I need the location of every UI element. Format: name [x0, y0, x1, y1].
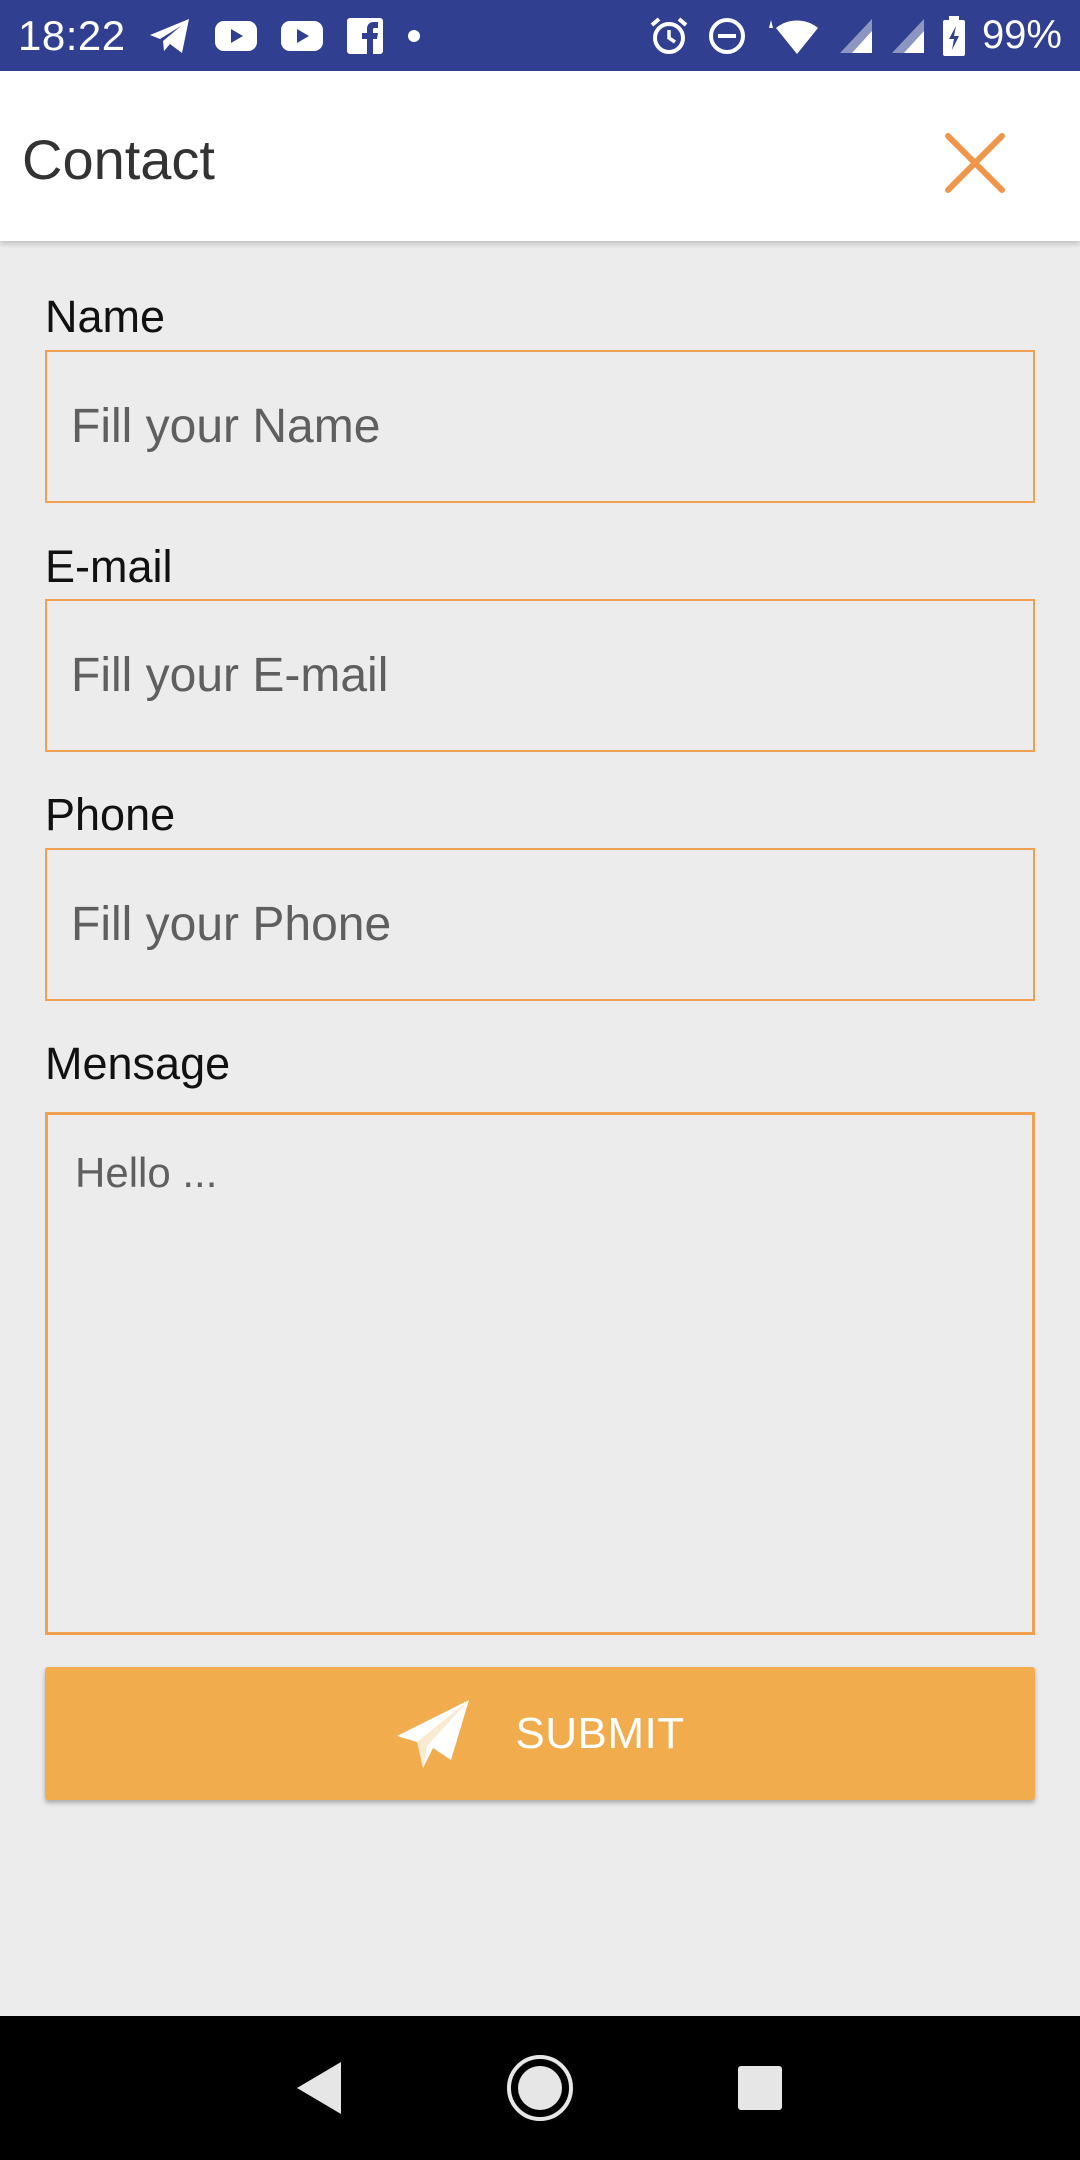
close-button[interactable]: [935, 123, 1015, 203]
back-icon: [297, 2062, 341, 2114]
telegram-icon: [148, 16, 192, 56]
submit-button[interactable]: SUBMIT: [45, 1667, 1035, 1800]
do-not-disturb-icon: [706, 15, 748, 57]
status-time: 18:22: [18, 11, 126, 59]
signal-icon: [838, 17, 874, 55]
back-button[interactable]: [275, 2043, 365, 2133]
close-icon: [945, 133, 1005, 193]
signal-icon: [890, 17, 926, 55]
email-label: E-mail: [45, 541, 173, 592]
email-input[interactable]: [45, 599, 1035, 752]
paper-plane-icon: [397, 1699, 470, 1768]
phone-label: Phone: [45, 789, 176, 840]
name-input[interactable]: [45, 350, 1035, 503]
page-title: Contact: [22, 128, 215, 191]
youtube-icon: [214, 19, 258, 53]
status-right: 99%: [648, 13, 1062, 58]
facebook-icon: [346, 17, 384, 55]
youtube-icon: [280, 19, 324, 53]
status-bar: 18:22 99%: [0, 0, 1080, 71]
contact-screen: 18:22 99% Contact Name Fill your Name E-…: [0, 0, 1080, 2160]
app-bar: Contact: [0, 71, 1080, 241]
message-label: Mensage: [45, 1038, 231, 1089]
home-button[interactable]: [495, 2043, 585, 2133]
battery-percentage: 99%: [981, 13, 1062, 57]
wifi-icon: [764, 14, 822, 58]
message-textarea[interactable]: [45, 1112, 1035, 1635]
submit-label: SUBMIT: [515, 1708, 685, 1758]
alarm-icon: [648, 15, 690, 57]
recents-icon: [738, 2066, 782, 2110]
dot-icon: [406, 28, 422, 44]
name-label: Name: [45, 291, 166, 342]
battery-charging-icon: [942, 15, 966, 57]
recents-button[interactable]: [715, 2043, 805, 2133]
phone-input[interactable]: [45, 848, 1035, 1001]
home-icon: [507, 2055, 573, 2121]
navigation-bar: [0, 2016, 1080, 2160]
status-left: 18:22: [18, 12, 422, 60]
